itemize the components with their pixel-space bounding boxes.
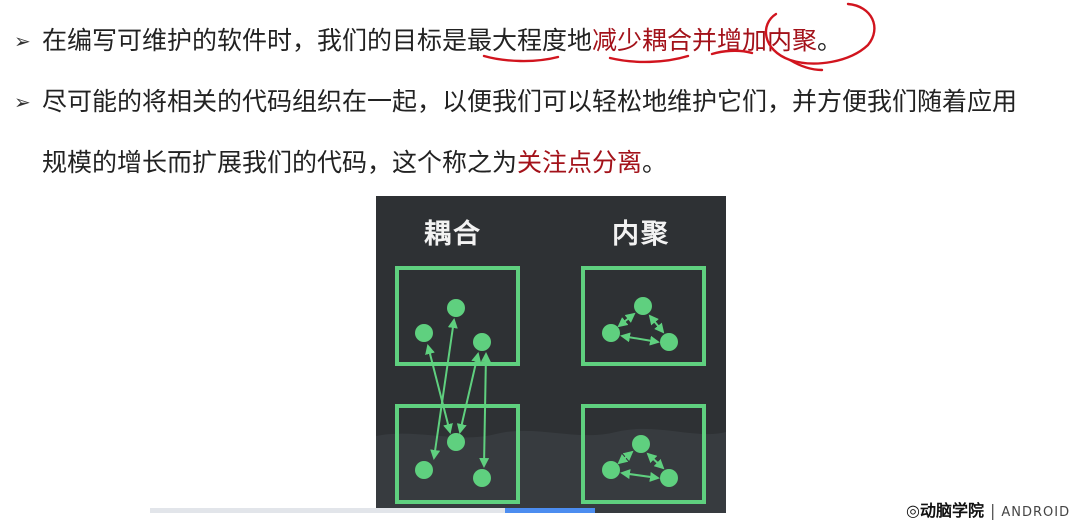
coupling-title: 耦合: [424, 219, 482, 250]
cohesion-link: [648, 314, 665, 334]
cohesion-module-top: [581, 266, 706, 366]
bullet-arrow-icon: ➢: [14, 90, 31, 114]
bullet-2-highlight: 关注点分离: [517, 148, 643, 177]
node: [602, 461, 620, 479]
node: [447, 299, 465, 317]
node: [473, 333, 491, 351]
logo-divider: |: [989, 501, 996, 520]
brand-circle-icon: ◎: [906, 501, 920, 520]
logo-text: 动脑学院: [919, 501, 984, 520]
node: [415, 461, 433, 479]
circle-tail: [788, 58, 824, 72]
node: [634, 297, 652, 315]
bullet-1-seg-2: 最大程度地: [467, 26, 593, 55]
underline-stroke-2: [608, 54, 690, 64]
node: [660, 333, 678, 351]
bullet-2-line-1: 尽可能的将相关的代码组织在一起，以便我们可以轻松地维护它们，并方便我们随着应用: [42, 87, 1018, 116]
node: [415, 324, 433, 342]
cohesion-title: 内聚: [612, 219, 670, 250]
bullet-1-highlight: 减少耦合并增加内聚: [592, 26, 818, 55]
bullet-1-text: 在编写可维护的软件时，我们的目标是最大程度地减少耦合并增加内聚。: [42, 26, 842, 56]
node: [602, 324, 620, 342]
node: [660, 469, 678, 487]
bullet-1: ➢ 在编写可维护的软件时，我们的目标是最大程度地减少耦合并增加内聚。: [14, 26, 842, 56]
cohesion-link: [620, 332, 660, 346]
coupling-cohesion-diagram: 耦合 内聚: [376, 196, 726, 513]
brand-logo: ◎动脑学院 | ANDROID: [906, 497, 1070, 521]
bullet-2-suffix: 。: [642, 148, 668, 177]
cohesion-link: [617, 312, 636, 328]
bullet-1-seg-4: 。: [817, 26, 843, 55]
bullet-2: ➢ 尽可能的将相关的代码组织在一起，以便我们可以轻松地维护它们，并方便我们随着应…: [14, 87, 1017, 117]
bullet-2-prefix: 规模的增长而扩展我们的代码，这个称之为: [42, 148, 518, 177]
scrollbar-thumb[interactable]: [505, 508, 595, 513]
underline-stroke-1: [482, 54, 560, 63]
bullet-arrow-icon: ➢: [14, 29, 31, 53]
node: [473, 469, 491, 487]
bullet-1-seg-1: 在编写可维护的软件时，我们的目标是: [42, 26, 468, 55]
node: [447, 433, 465, 451]
node: [632, 435, 650, 453]
bullet-2-line-2: 规模的增长而扩展我们的代码，这个称之为关注点分离。: [42, 148, 667, 178]
